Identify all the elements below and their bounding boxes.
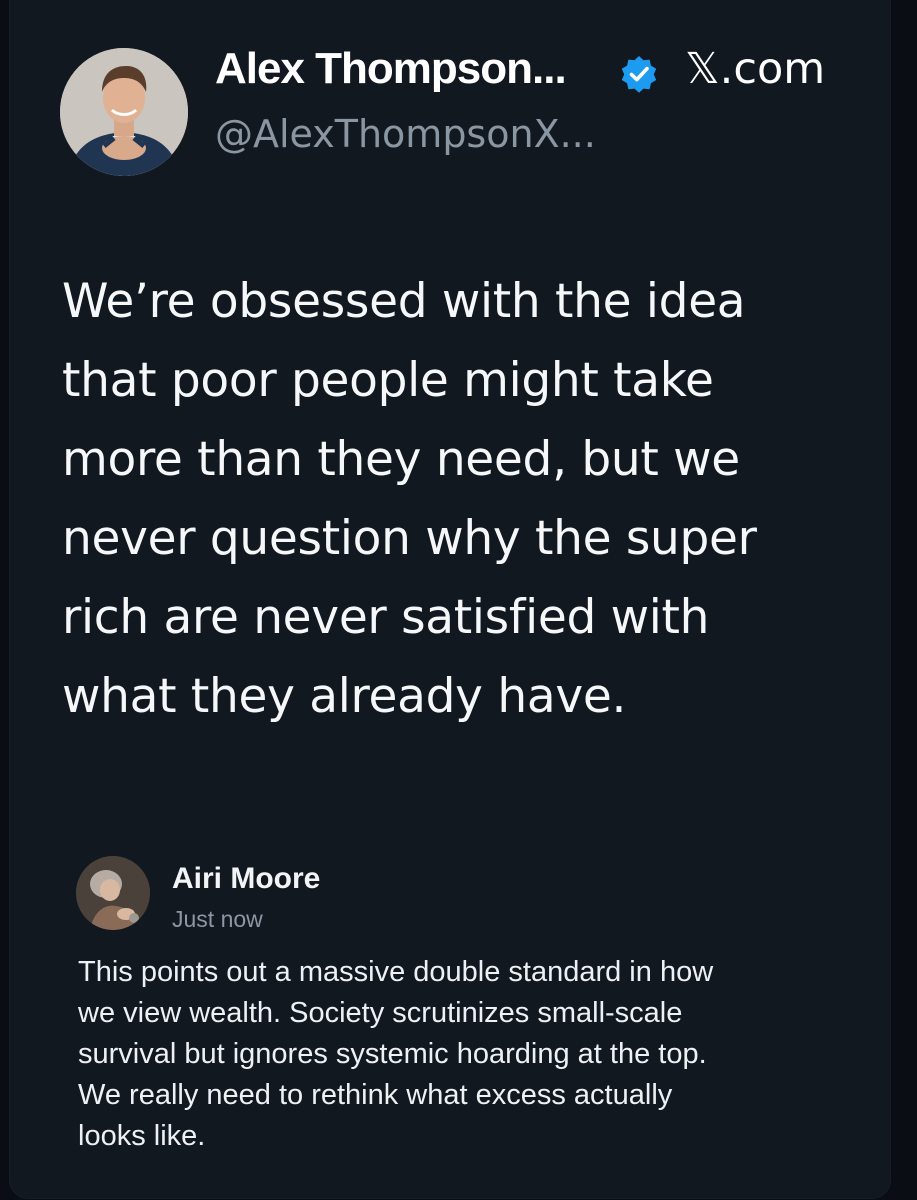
reply-line: We really need to rethink what excess ac…: [78, 1079, 673, 1111]
verified-badge-icon: [621, 56, 657, 93]
tweet-line: what they already have.: [62, 669, 627, 724]
author-avatar-image: [60, 48, 188, 176]
tweet-text: We’re obsessed with the idea that poor p…: [62, 262, 862, 736]
reply-timestamp: Just now: [172, 906, 263, 932]
tweet-line: more than they need, but we: [62, 432, 740, 487]
reply-avatar-image: [76, 856, 150, 930]
reply-avatar[interactable]: [76, 856, 150, 930]
tweet-line: that poor people might take: [62, 353, 714, 408]
reply-text: This points out a massive double standar…: [78, 952, 868, 1157]
x-com-suffix: .com: [719, 44, 826, 94]
reply-line: we view wealth. Society scrutinizes smal…: [78, 997, 683, 1029]
reply-author-name[interactable]: Airi Moore: [172, 862, 320, 896]
tweet-line: rich are never satisfied with: [62, 590, 710, 645]
author-avatar[interactable]: [60, 48, 188, 176]
x-com-label: 𝕏.com: [685, 44, 825, 94]
tweet-line: We’re obsessed with the idea: [62, 274, 746, 329]
x-logo-icon: 𝕏: [685, 44, 720, 94]
tweet-line: never question why the super: [62, 511, 757, 566]
reply-line: survival but ignores systemic hoarding a…: [78, 1038, 707, 1070]
author-name[interactable]: Alex Thompson...: [215, 44, 567, 94]
reply-line: This points out a massive double standar…: [78, 956, 714, 988]
author-handle[interactable]: @AlexThompsonX...: [215, 112, 596, 156]
post-card: Alex Thompson... 𝕏.com @AlexThompsonX...…: [10, 0, 890, 1198]
reply-line: looks like.: [78, 1120, 206, 1152]
